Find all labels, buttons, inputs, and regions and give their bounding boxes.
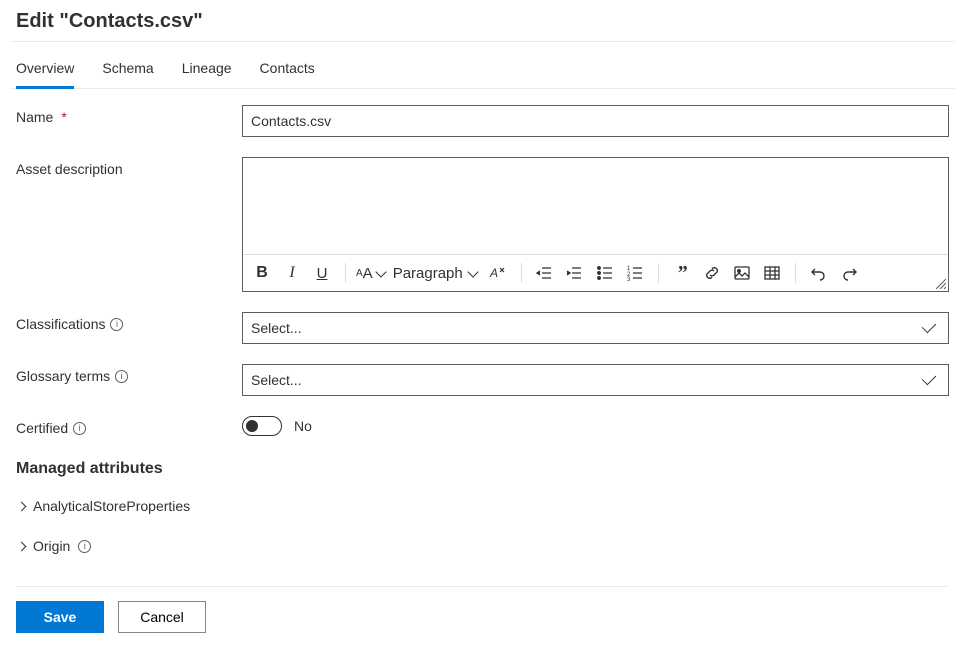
toolbar-separator (658, 263, 659, 283)
expander-label: AnalyticalStoreProperties (33, 498, 190, 514)
tab-lineage[interactable]: Lineage (182, 56, 232, 88)
chevron-down-icon (467, 266, 478, 277)
glossary-label: Glossary terms i (16, 364, 242, 384)
expander-label: Origin (33, 538, 70, 554)
table-icon[interactable] (759, 259, 785, 287)
classifications-dropdown[interactable]: Select... (242, 312, 949, 344)
undo-icon[interactable] (806, 259, 832, 287)
font-size-button[interactable]: AA (356, 259, 385, 287)
classifications-placeholder: Select... (251, 320, 302, 336)
underline-icon[interactable]: U (309, 259, 335, 287)
expander-analyticalstoreproperties[interactable]: AnalyticalStoreProperties (16, 492, 949, 520)
bold-icon[interactable]: B (249, 259, 275, 287)
svg-text:A: A (489, 266, 498, 280)
description-label: Asset description (16, 157, 242, 177)
chevron-right-icon (17, 541, 27, 551)
bulleted-list-icon[interactable] (592, 259, 618, 287)
tabs: Overview Schema Lineage Contacts (10, 42, 955, 89)
indent-icon[interactable] (562, 259, 588, 287)
description-textarea[interactable] (243, 158, 948, 254)
description-editor: B I U AA Paragraph A (242, 157, 949, 292)
tab-overview[interactable]: Overview (16, 56, 74, 89)
clear-formatting-icon[interactable]: A (485, 259, 511, 287)
svg-text:3: 3 (627, 277, 631, 282)
name-label: Name* (16, 105, 242, 125)
info-icon[interactable]: i (73, 422, 86, 435)
name-input[interactable] (242, 105, 949, 137)
toolbar-separator (345, 263, 346, 283)
required-star-icon: * (61, 109, 66, 125)
expander-origin[interactable]: Origin i (16, 532, 949, 560)
quote-icon[interactable]: ” (669, 259, 695, 287)
info-icon[interactable]: i (110, 318, 123, 331)
rte-toolbar: B I U AA Paragraph A (243, 254, 948, 291)
save-button[interactable]: Save (16, 601, 104, 633)
certified-label: Certified i (16, 416, 242, 436)
italic-icon[interactable]: I (279, 259, 305, 287)
certified-toggle[interactable] (242, 416, 282, 436)
paragraph-style-button[interactable]: Paragraph (389, 259, 481, 287)
check-icon (922, 319, 937, 334)
image-icon[interactable] (729, 259, 755, 287)
toggle-knob (246, 420, 258, 432)
certified-value-label: No (294, 418, 312, 434)
info-icon[interactable]: i (115, 370, 128, 383)
tab-schema[interactable]: Schema (102, 56, 153, 88)
footer: Save Cancel (16, 586, 949, 633)
numbered-list-icon[interactable]: 123 (622, 259, 648, 287)
chevron-right-icon (17, 501, 27, 511)
managed-attributes-header: Managed attributes (16, 460, 949, 478)
check-icon (922, 371, 937, 386)
tab-contacts[interactable]: Contacts (260, 56, 315, 88)
glossary-dropdown[interactable]: Select... (242, 364, 949, 396)
toolbar-separator (795, 263, 796, 283)
link-icon[interactable] (699, 259, 725, 287)
outdent-icon[interactable] (532, 259, 558, 287)
classifications-label: Classifications i (16, 312, 242, 332)
redo-icon[interactable] (836, 259, 862, 287)
cancel-button[interactable]: Cancel (118, 601, 206, 633)
page-title: Edit "Contacts.csv" (10, 6, 955, 42)
toolbar-separator (521, 263, 522, 283)
chevron-down-icon (375, 266, 386, 277)
resize-handle-icon[interactable] (934, 277, 946, 289)
info-icon[interactable]: i (78, 540, 91, 553)
glossary-placeholder: Select... (251, 372, 302, 388)
